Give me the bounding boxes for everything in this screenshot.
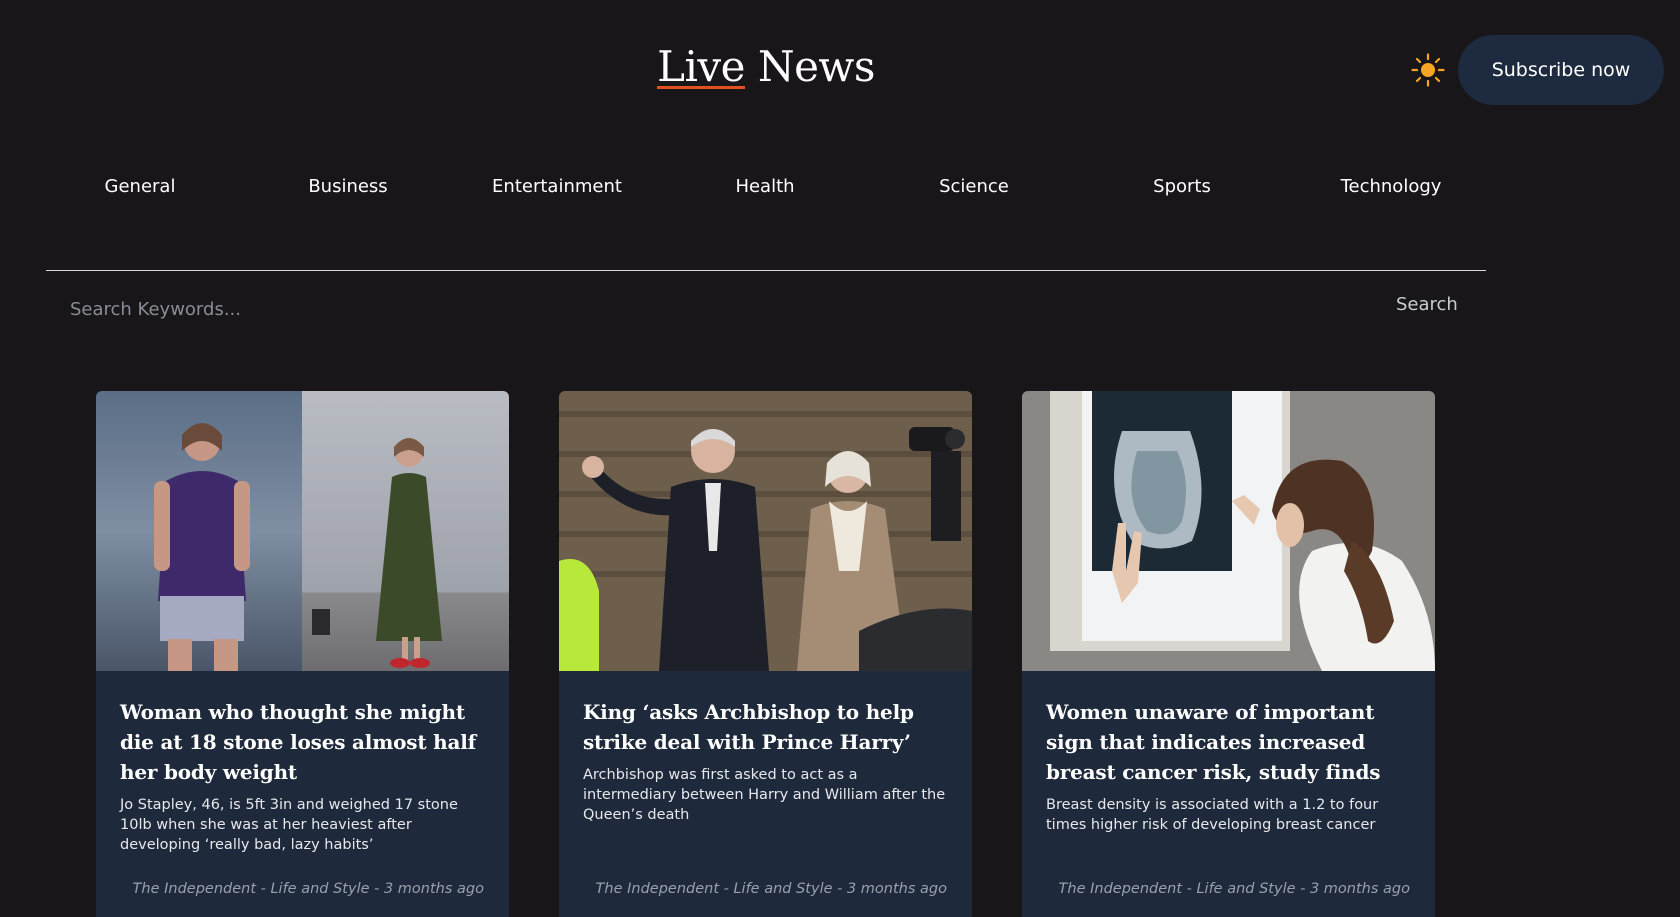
article-description: Archbishop was first asked to act as a i…	[583, 767, 946, 823]
article-image-mammogram	[1022, 391, 1435, 671]
theme-toggle-button[interactable]	[1410, 52, 1446, 88]
nav-item-entertainment[interactable]: Entertainment	[492, 176, 622, 197]
search-input[interactable]	[60, 292, 1360, 326]
subscribe-button[interactable]: Subscribe now	[1458, 35, 1664, 105]
site-logo[interactable]: Live News	[0, 42, 1532, 91]
logo-live-text: Live	[657, 42, 745, 91]
nav-divider	[46, 270, 1486, 271]
article-source: The Independent - Life and Style - 3 mon…	[132, 881, 484, 897]
article-source: The Independent - Life and Style - 3 mon…	[1058, 881, 1410, 897]
category-nav: General Business Entertainment Health Sc…	[40, 176, 1486, 204]
article-description: Breast density is associated with a 1.2 …	[1046, 797, 1379, 833]
article-title[interactable]: Women unaware of important sign that ind…	[1046, 697, 1411, 787]
article-card[interactable]: Woman who thought she might die at 18 st…	[96, 391, 509, 917]
article-title[interactable]: Woman who thought she might die at 18 st…	[120, 697, 485, 787]
sun-icon	[1411, 53, 1445, 87]
search-button[interactable]: Search	[1396, 294, 1458, 315]
article-description: Jo Stapley, 46, is 5ft 3in and weighed 1…	[120, 797, 458, 853]
article-source: The Independent - Life and Style - 3 mon…	[595, 881, 947, 897]
nav-item-general[interactable]: General	[105, 176, 176, 197]
article-image-weight-loss	[96, 391, 509, 671]
article-card[interactable]: King ‘asks Archbishop to help strike dea…	[559, 391, 972, 917]
nav-item-technology[interactable]: Technology	[1341, 176, 1442, 197]
page: Live News Subscribe now General Business…	[0, 0, 1680, 917]
nav-item-health[interactable]: Health	[735, 176, 794, 197]
logo-news-text: News	[757, 42, 876, 91]
nav-item-sports[interactable]: Sports	[1153, 176, 1211, 197]
nav-item-business[interactable]: Business	[308, 176, 387, 197]
article-image-king	[559, 391, 972, 671]
article-card[interactable]: Women unaware of important sign that ind…	[1022, 391, 1435, 917]
article-title[interactable]: King ‘asks Archbishop to help strike dea…	[583, 697, 948, 757]
nav-item-science[interactable]: Science	[939, 176, 1009, 197]
